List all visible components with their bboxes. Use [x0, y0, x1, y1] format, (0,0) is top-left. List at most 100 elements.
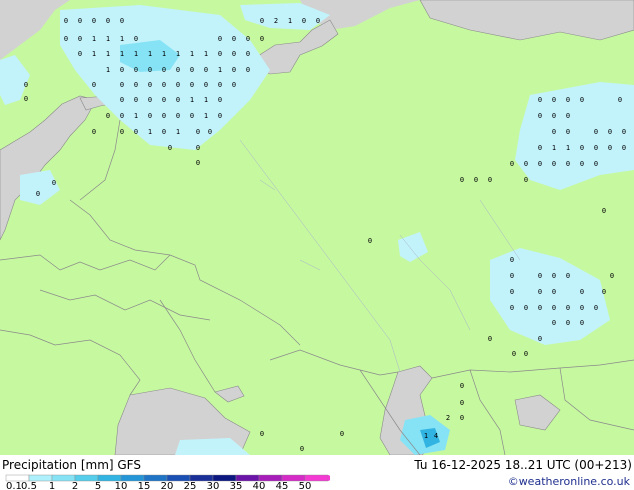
svg-text:0: 0 [608, 128, 612, 136]
svg-text:0: 0 [474, 176, 478, 184]
svg-text:0: 0 [106, 112, 110, 120]
svg-text:0: 0 [162, 81, 166, 89]
svg-text:0: 0 [538, 144, 542, 152]
svg-text:0: 0 [510, 256, 514, 264]
svg-text:0: 0 [148, 96, 152, 104]
scale-label: 50 [299, 481, 312, 490]
svg-text:0: 0 [134, 66, 138, 74]
svg-text:0: 0 [168, 144, 172, 152]
svg-text:0: 0 [232, 35, 236, 43]
svg-text:0: 0 [602, 207, 606, 215]
svg-text:1: 1 [190, 50, 194, 58]
svg-text:1: 1 [134, 50, 138, 58]
svg-text:0: 0 [510, 160, 514, 168]
svg-text:1: 1 [148, 50, 152, 58]
svg-text:0: 0 [608, 144, 612, 152]
svg-text:0: 0 [368, 237, 372, 245]
svg-text:0: 0 [52, 179, 56, 187]
svg-text:0: 0 [602, 288, 606, 296]
svg-text:2: 2 [446, 414, 450, 422]
svg-text:0: 0 [24, 81, 28, 89]
svg-text:0: 0 [594, 160, 598, 168]
svg-text:0: 0 [196, 144, 200, 152]
svg-text:0: 0 [460, 399, 464, 407]
svg-text:1: 1 [288, 17, 292, 25]
svg-text:0: 0 [512, 350, 516, 358]
svg-text:0: 0 [510, 288, 514, 296]
svg-text:1: 1 [204, 112, 208, 120]
svg-text:1: 1 [92, 50, 96, 58]
svg-text:0: 0 [218, 96, 222, 104]
svg-text:1: 1 [148, 128, 152, 136]
svg-text:0: 0 [260, 430, 264, 438]
svg-text:0: 0 [460, 382, 464, 390]
svg-text:0: 0 [232, 50, 236, 58]
svg-text:0: 0 [510, 272, 514, 280]
svg-text:0: 0 [162, 112, 166, 120]
svg-text:0: 0 [300, 445, 304, 453]
svg-text:0: 0 [524, 160, 528, 168]
scale-label: 5 [95, 481, 101, 490]
svg-text:0: 0 [148, 81, 152, 89]
svg-text:0: 0 [538, 304, 542, 312]
precipitation-map: 0 0 0 0 0 0 2 1 0 0 0 0 1 1 1 0 0 0 0 0 0 1 1 1 1 1 1 1 1 1 0 0 0 1 0 0… [0, 0, 634, 455]
svg-text:0: 0 [78, 35, 82, 43]
svg-text:0: 0 [566, 112, 570, 120]
svg-text:0: 0 [78, 17, 82, 25]
svg-text:4: 4 [434, 432, 438, 440]
svg-text:0: 0 [260, 17, 264, 25]
svg-text:0: 0 [92, 17, 96, 25]
svg-text:0: 0 [196, 159, 200, 167]
scale-label: 1 [49, 481, 55, 490]
svg-text:0: 0 [204, 66, 208, 74]
svg-text:0: 0 [232, 81, 236, 89]
svg-text:0: 0 [566, 128, 570, 136]
svg-text:0: 0 [232, 66, 236, 74]
svg-text:0: 0 [460, 176, 464, 184]
svg-text:0: 0 [190, 112, 194, 120]
svg-text:0: 0 [190, 81, 194, 89]
svg-text:0: 0 [538, 335, 542, 343]
svg-text:1: 1 [106, 66, 110, 74]
svg-text:0: 0 [580, 288, 584, 296]
scale-label: 30 [207, 481, 220, 490]
svg-text:0: 0 [538, 112, 542, 120]
svg-text:0: 0 [580, 144, 584, 152]
svg-text:1: 1 [120, 35, 124, 43]
scale-label: 15 [138, 481, 151, 490]
svg-text:1: 1 [176, 128, 180, 136]
svg-text:0: 0 [260, 35, 264, 43]
svg-text:0: 0 [218, 81, 222, 89]
forecast-datetime: Tu 16-12-2025 18..21 UTC (00+213) [414, 458, 632, 472]
svg-text:0: 0 [92, 128, 96, 136]
svg-text:0: 0 [580, 319, 584, 327]
svg-text:0: 0 [566, 160, 570, 168]
svg-text:0: 0 [524, 176, 528, 184]
svg-text:0: 0 [176, 112, 180, 120]
svg-text:0: 0 [488, 335, 492, 343]
svg-text:0: 0 [120, 128, 124, 136]
svg-text:0: 0 [24, 95, 28, 103]
svg-text:0: 0 [106, 17, 110, 25]
svg-text:0: 0 [552, 112, 556, 120]
svg-text:0: 0 [618, 96, 622, 104]
svg-text:0: 0 [134, 96, 138, 104]
svg-text:1: 1 [204, 50, 208, 58]
precip-color-scale: 0.1 0.5 1 2 5 10 15 20 25 30 35 40 45 50 [5, 474, 330, 490]
svg-text:0: 0 [552, 160, 556, 168]
svg-text:0: 0 [162, 66, 166, 74]
weather-map-panel: 00000 02100 0011100000 0111111111000 100… [0, 0, 634, 490]
svg-text:0: 0 [120, 66, 124, 74]
svg-text:1: 1 [162, 50, 166, 58]
svg-text:0: 0 [340, 430, 344, 438]
svg-text:0: 0 [566, 304, 570, 312]
svg-text:0: 0 [622, 144, 626, 152]
svg-text:0: 0 [538, 160, 542, 168]
svg-text:0: 0 [246, 35, 250, 43]
svg-text:0: 0 [176, 66, 180, 74]
svg-text:0: 0 [64, 17, 68, 25]
scale-label: 0.5 [21, 481, 37, 490]
svg-text:0: 0 [176, 96, 180, 104]
credit-link[interactable]: ©weatheronline.co.uk [508, 475, 630, 488]
svg-text:0: 0 [552, 319, 556, 327]
